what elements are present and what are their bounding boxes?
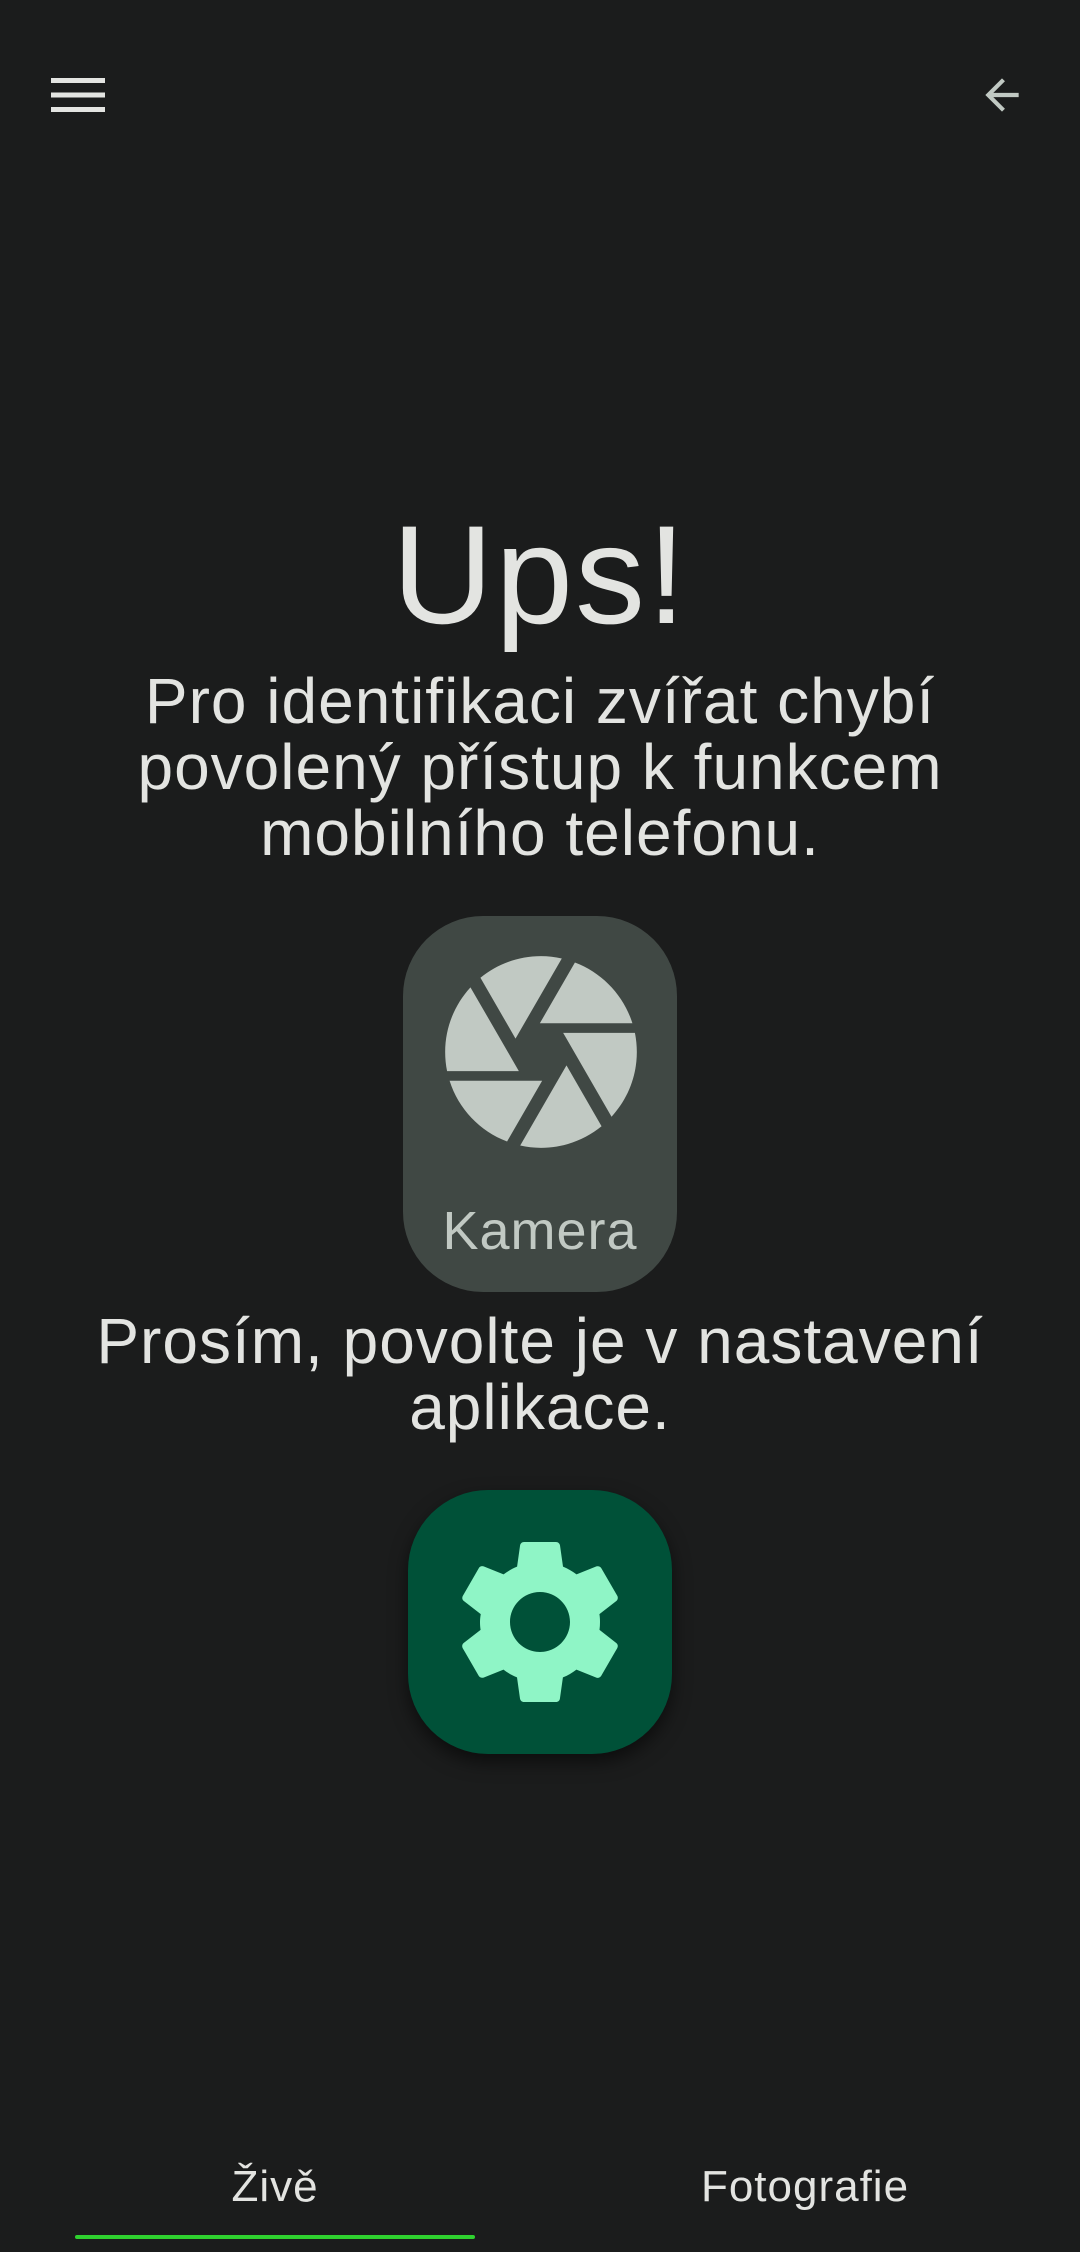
settings-prompt: Prosím, povolte je v nastavení aplikace. bbox=[96, 1305, 984, 1443]
camera-aperture-icon bbox=[445, 956, 637, 1148]
bottom-tab-bar: Živě Fotografie bbox=[0, 2122, 1080, 2252]
selected-tab-indicator bbox=[75, 2235, 475, 2239]
page-title: Ups! bbox=[392, 496, 688, 653]
error-message: Pro identifikaci zvířat chybí povolený p… bbox=[137, 665, 943, 869]
camera-permission-card: Kamera bbox=[403, 916, 677, 1292]
settings-gear-icon bbox=[462, 1542, 618, 1702]
main-content: Ups! Pro identifikaci zvířat chybí povol… bbox=[0, 490, 1080, 1754]
arrow-back-icon bbox=[985, 78, 1019, 112]
back-button[interactable] bbox=[952, 45, 1052, 145]
tab-live[interactable]: Živě bbox=[75, 2122, 475, 2252]
permission-error-screen: Ups! Pro identifikaci zvířat chybí povol… bbox=[0, 0, 1080, 2252]
menu-icon bbox=[51, 78, 105, 112]
top-app-bar bbox=[0, 0, 1080, 190]
open-settings-button[interactable] bbox=[408, 1490, 672, 1754]
menu-button[interactable] bbox=[28, 45, 128, 145]
permission-label: Kamera bbox=[442, 1201, 638, 1261]
tab-photos[interactable]: Fotografie bbox=[605, 2122, 1005, 2252]
